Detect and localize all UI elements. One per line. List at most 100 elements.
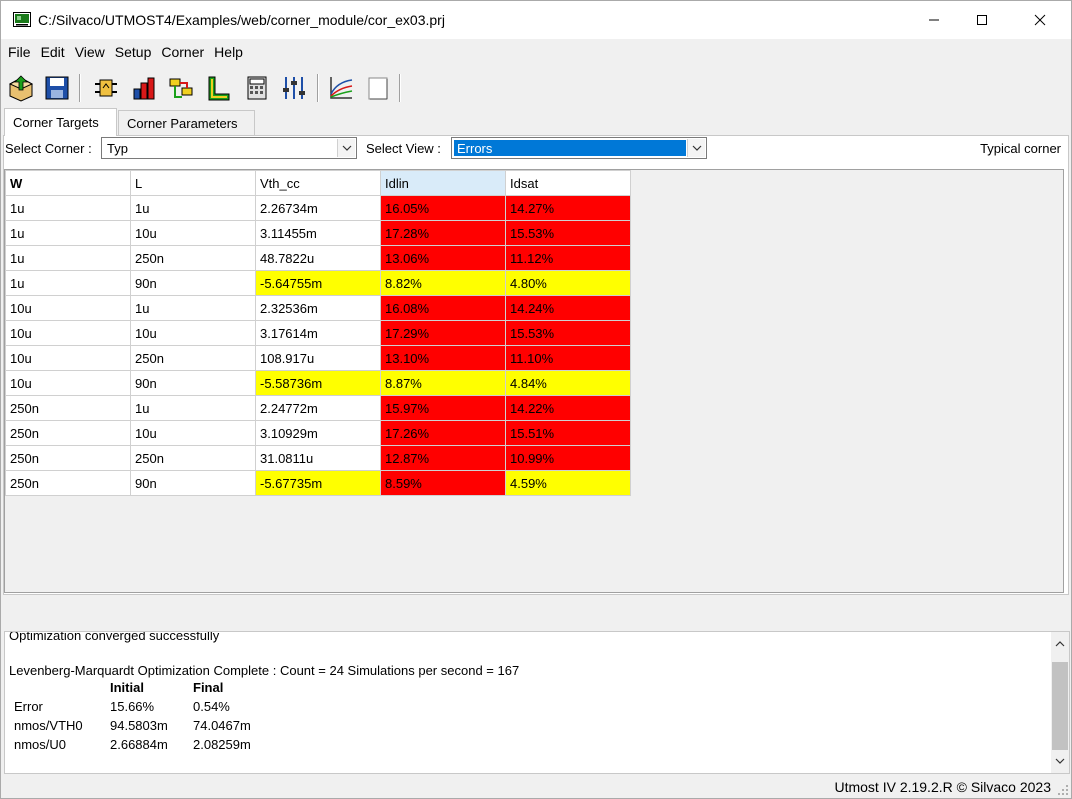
table-cell[interactable]: 90n: [130, 370, 256, 396]
table-cell[interactable]: 16.05%: [380, 195, 506, 221]
table-cell[interactable]: 1u: [130, 395, 256, 421]
menu-corner[interactable]: Corner: [156, 40, 209, 64]
table-cell[interactable]: 250n: [5, 395, 131, 421]
scroll-thumb[interactable]: [1052, 662, 1068, 750]
table-cell[interactable]: 250n: [5, 470, 131, 496]
tab-corner-parameters[interactable]: Corner Parameters: [118, 110, 255, 135]
menu-file[interactable]: File: [3, 40, 36, 64]
table-cell[interactable]: 10u: [5, 370, 131, 396]
app-window: C:/Silvaco/UTMOST4/Examples/web/corner_m…: [0, 0, 1072, 799]
table-cell[interactable]: 3.17614m: [255, 320, 381, 346]
table-cell[interactable]: 250n: [130, 245, 256, 271]
table-cell[interactable]: 17.28%: [380, 220, 506, 246]
table-cell[interactable]: 1u: [5, 245, 131, 271]
menu-edit[interactable]: Edit: [36, 40, 70, 64]
l-shape-button[interactable]: [202, 71, 236, 105]
column-header-vth_cc[interactable]: Vth_cc: [255, 170, 381, 196]
app-icon: [13, 12, 31, 27]
table-cell[interactable]: 14.27%: [505, 195, 631, 221]
scroll-down-icon[interactable]: [1051, 752, 1069, 770]
table-cell[interactable]: 1u: [130, 195, 256, 221]
maximize-button[interactable]: [959, 1, 1005, 39]
menu-help[interactable]: Help: [209, 40, 248, 64]
table-cell[interactable]: 15.97%: [380, 395, 506, 421]
table-cell[interactable]: 1u: [130, 295, 256, 321]
table-cell[interactable]: 1u: [5, 220, 131, 246]
column-header-idlin[interactable]: Idlin: [380, 170, 506, 196]
table-cell[interactable]: 10.99%: [505, 445, 631, 471]
table-cell[interactable]: -5.58736m: [255, 370, 381, 396]
table-cell[interactable]: 4.80%: [505, 270, 631, 296]
table-cell[interactable]: 108.917u: [255, 345, 381, 371]
table-cell[interactable]: 17.26%: [380, 420, 506, 446]
scroll-up-icon[interactable]: [1051, 635, 1069, 653]
table-cell[interactable]: 250n: [130, 445, 256, 471]
menu-setup[interactable]: Setup: [110, 40, 157, 64]
table-cell[interactable]: 16.08%: [380, 295, 506, 321]
table-cell[interactable]: 90n: [130, 470, 256, 496]
table-cell[interactable]: 10u: [130, 420, 256, 446]
table-cell[interactable]: 2.32536m: [255, 295, 381, 321]
typical-corner-label: Typical corner: [980, 141, 1061, 156]
table-cell[interactable]: 4.59%: [505, 470, 631, 496]
chevron-down-icon[interactable]: [337, 139, 355, 157]
table-cell[interactable]: 48.7822u: [255, 245, 381, 271]
menu-view[interactable]: View: [70, 40, 110, 64]
table-cell[interactable]: 10u: [130, 320, 256, 346]
log-scrollbar[interactable]: [1051, 632, 1069, 773]
table-cell[interactable]: 1u: [5, 270, 131, 296]
table-cell[interactable]: 1u: [5, 195, 131, 221]
calculator-button[interactable]: [240, 71, 274, 105]
table-cell[interactable]: 250n: [130, 345, 256, 371]
table-cell[interactable]: 8.87%: [380, 370, 506, 396]
table-cell[interactable]: 250n: [5, 445, 131, 471]
flow-button[interactable]: [164, 71, 198, 105]
table-cell[interactable]: 15.53%: [505, 320, 631, 346]
table-cell[interactable]: 13.10%: [380, 345, 506, 371]
table-cell[interactable]: 13.06%: [380, 245, 506, 271]
table-cell[interactable]: 12.87%: [380, 445, 506, 471]
table-cell[interactable]: 10u: [5, 295, 131, 321]
resize-grip-icon[interactable]: [1057, 784, 1069, 796]
module-button[interactable]: [89, 71, 123, 105]
table-cell[interactable]: 2.26734m: [255, 195, 381, 221]
table-cell[interactable]: 8.59%: [380, 470, 506, 496]
table-cell[interactable]: -5.64755m: [255, 270, 381, 296]
table-cell[interactable]: 10u: [5, 345, 131, 371]
table-cell[interactable]: 15.51%: [505, 420, 631, 446]
column-header-idsat[interactable]: Idsat: [505, 170, 631, 196]
table-cell[interactable]: 11.12%: [505, 245, 631, 271]
blank-page-button[interactable]: [361, 71, 395, 105]
plot-button[interactable]: [324, 71, 358, 105]
table-cell[interactable]: 17.29%: [380, 320, 506, 346]
select-view-combo[interactable]: Errors: [451, 137, 707, 159]
table-cell[interactable]: 90n: [130, 270, 256, 296]
toolbar-separator: [317, 74, 319, 102]
chevron-down-icon[interactable]: [687, 139, 705, 157]
minimize-button[interactable]: [911, 1, 957, 39]
sliders-button[interactable]: [277, 71, 311, 105]
tab-corner-targets[interactable]: Corner Targets: [4, 108, 117, 136]
open-project-button[interactable]: [4, 71, 38, 105]
table-cell[interactable]: 250n: [5, 420, 131, 446]
table-cell[interactable]: 11.10%: [505, 345, 631, 371]
column-header-l[interactable]: L: [130, 170, 256, 196]
table-cell[interactable]: 10u: [130, 220, 256, 246]
table-cell[interactable]: 3.11455m: [255, 220, 381, 246]
table-cell[interactable]: 10u: [5, 320, 131, 346]
select-corner-combo[interactable]: Typ: [101, 137, 357, 159]
table-cell[interactable]: 31.0811u: [255, 445, 381, 471]
save-button[interactable]: [40, 71, 74, 105]
bar-chart-button[interactable]: [127, 71, 161, 105]
table-cell[interactable]: 2.24772m: [255, 395, 381, 421]
table-cell[interactable]: -5.67735m: [255, 470, 381, 496]
close-button[interactable]: [1017, 1, 1063, 39]
table-cell[interactable]: 3.10929m: [255, 420, 381, 446]
table-cell[interactable]: 14.22%: [505, 395, 631, 421]
table-cell[interactable]: 4.84%: [505, 370, 631, 396]
table-row: 10u 250n 108.917u 13.10% 11.10%: [5, 345, 631, 371]
column-header-w[interactable]: W: [5, 170, 131, 196]
table-cell[interactable]: 14.24%: [505, 295, 631, 321]
table-cell[interactable]: 15.53%: [505, 220, 631, 246]
table-cell[interactable]: 8.82%: [380, 270, 506, 296]
